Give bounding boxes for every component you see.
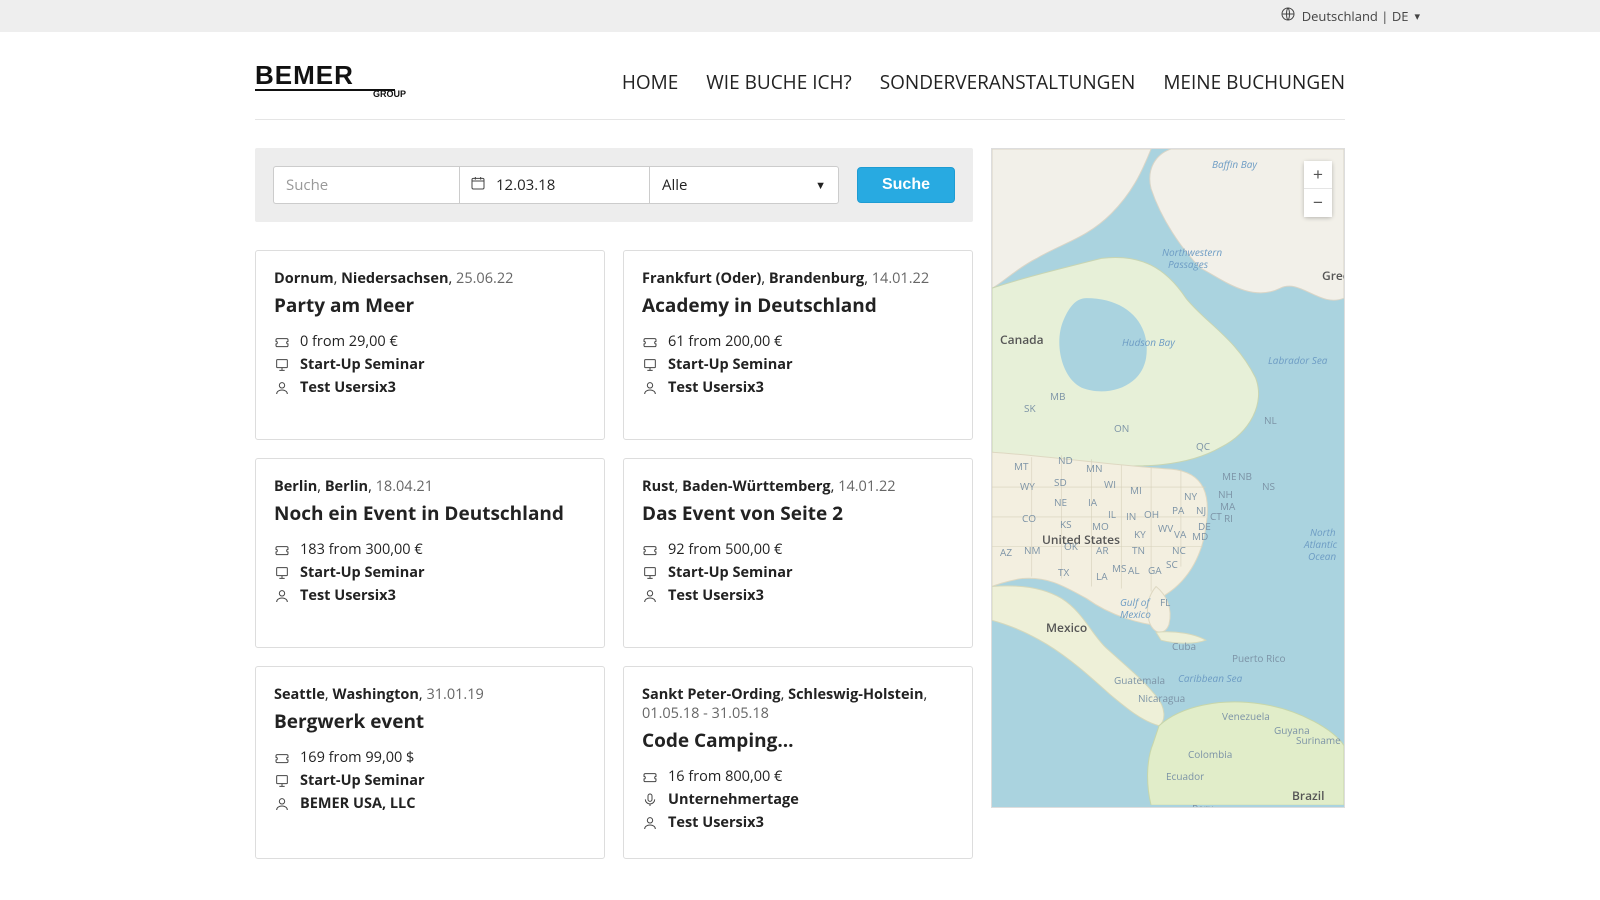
map-zoom: + − (1304, 161, 1332, 217)
globe-icon (1280, 6, 1296, 26)
nav-home[interactable]: HOME (622, 69, 678, 95)
map[interactable]: Baffin BayGreeNorthwesternPassagesCanada… (991, 148, 1345, 808)
event-location: Seattle, Washington, 31.01.19 (274, 685, 586, 704)
event-seminar: Start-Up Seminar (274, 563, 586, 582)
event-price: 0 from 29,00 € (274, 332, 586, 351)
event-price: 92 from 500,00 € (642, 540, 954, 559)
event-card[interactable]: Dornum, Niedersachsen, 25.06.22 Party am … (255, 250, 605, 440)
event-card[interactable]: Sankt Peter-Ording, Schleswig-Holstein, … (623, 666, 973, 859)
zoom-out-button[interactable]: − (1304, 189, 1332, 217)
user-icon (274, 380, 290, 396)
event-seminar: Unternehmertage (642, 790, 954, 809)
event-seminar: Start-Up Seminar (274, 355, 586, 374)
seminar-icon (274, 565, 290, 581)
ticket-icon (642, 769, 658, 785)
logo[interactable]: BEMER GROUP (255, 60, 420, 103)
caret-down-icon: ▼ (815, 178, 826, 193)
main-header: BEMER GROUP HOME WIE BUCHE ICH? SONDERVE… (255, 32, 1345, 120)
event-location: Berlin, Berlin, 18.04.21 (274, 477, 586, 496)
calendar-icon (470, 175, 486, 196)
event-title: Bergwerk event (274, 708, 586, 734)
locale-country: Deutschland (1302, 7, 1378, 25)
event-title: Noch ein Event in Deutschland (274, 500, 586, 526)
event-seminar: Start-Up Seminar (642, 355, 954, 374)
user-icon (274, 588, 290, 604)
event-card[interactable]: Frankfurt (Oder), Brandenburg, 14.01.22 A… (623, 250, 973, 440)
event-title: Das Event von Seite 2 (642, 500, 954, 526)
event-title: Party am Meer (274, 292, 586, 318)
event-location: Rust, Baden-Württemberg, 14.01.22 (642, 477, 954, 496)
seminar-icon (642, 565, 658, 581)
search-button[interactable]: Suche (857, 167, 955, 203)
event-card[interactable]: Rust, Baden-Württemberg, 14.01.22 Das Eve… (623, 458, 973, 648)
user-icon (642, 380, 658, 396)
locale-lang: DE (1392, 7, 1409, 25)
search-input[interactable]: Suche (273, 166, 459, 204)
event-host: Test Usersix3 (274, 378, 586, 397)
nav-special[interactable]: SONDERVERANSTALTUNGEN (880, 69, 1136, 95)
event-host: Test Usersix3 (642, 586, 954, 605)
user-icon (642, 815, 658, 831)
event-card[interactable]: Berlin, Berlin, 18.04.21 Noch ein Event i… (255, 458, 605, 648)
mic-icon (642, 792, 658, 808)
seminar-icon (274, 357, 290, 373)
event-seminar: Start-Up Seminar (642, 563, 954, 582)
ticket-icon (274, 750, 290, 766)
zoom-in-button[interactable]: + (1304, 161, 1332, 189)
event-card[interactable]: Seattle, Washington, 31.01.19 Bergwerk ev… (255, 666, 605, 859)
locale-bar[interactable]: Deutschland | DE ▾ (0, 0, 1600, 32)
seminar-icon (274, 773, 290, 789)
ticket-icon (642, 334, 658, 350)
seminar-icon (642, 357, 658, 373)
event-location: Sankt Peter-Ording, Schleswig-Holstein, … (642, 685, 954, 723)
event-price: 16 from 800,00 € (642, 767, 954, 786)
svg-text:BEMER: BEMER (255, 60, 354, 90)
date-value: 12.03.18 (496, 175, 555, 195)
event-title: Academy in Deutschland (642, 292, 954, 318)
event-price: 61 from 200,00 € (642, 332, 954, 351)
main-nav: HOME WIE BUCHE ICH? SONDERVERANSTALTUNGE… (622, 69, 1345, 95)
ticket-icon (274, 542, 290, 558)
event-host: Test Usersix3 (642, 378, 954, 397)
user-icon (274, 796, 290, 812)
event-host: Test Usersix3 (642, 813, 954, 832)
event-cards: Dornum, Niedersachsen, 25.06.22 Party am … (255, 250, 973, 859)
event-seminar: Start-Up Seminar (274, 771, 586, 790)
date-input[interactable]: 12.03.18 (459, 166, 649, 204)
chevron-down-icon: ▾ (1414, 9, 1420, 24)
ticket-icon (642, 542, 658, 558)
event-host: Test Usersix3 (274, 586, 586, 605)
event-price: 169 from 99,00 $ (274, 748, 586, 767)
type-select[interactable]: Alle ▼ (649, 166, 839, 204)
event-title: Code Camping... (642, 727, 954, 753)
locale-sep: | (1381, 7, 1388, 25)
event-location: Dornum, Niedersachsen, 25.06.22 (274, 269, 586, 288)
nav-bookings[interactable]: MEINE BUCHUNGEN (1163, 69, 1345, 95)
nav-how[interactable]: WIE BUCHE ICH? (706, 69, 851, 95)
event-host: BEMER USA, LLC (274, 794, 586, 813)
event-location: Frankfurt (Oder), Brandenburg, 14.01.22 (642, 269, 954, 288)
search-bar: Suche 12.03.18 Alle ▼ Suche (255, 148, 973, 222)
event-price: 183 from 300,00 € (274, 540, 586, 559)
ticket-icon (274, 334, 290, 350)
user-icon (642, 588, 658, 604)
type-value: Alle (662, 175, 687, 195)
svg-text:GROUP: GROUP (373, 89, 406, 98)
